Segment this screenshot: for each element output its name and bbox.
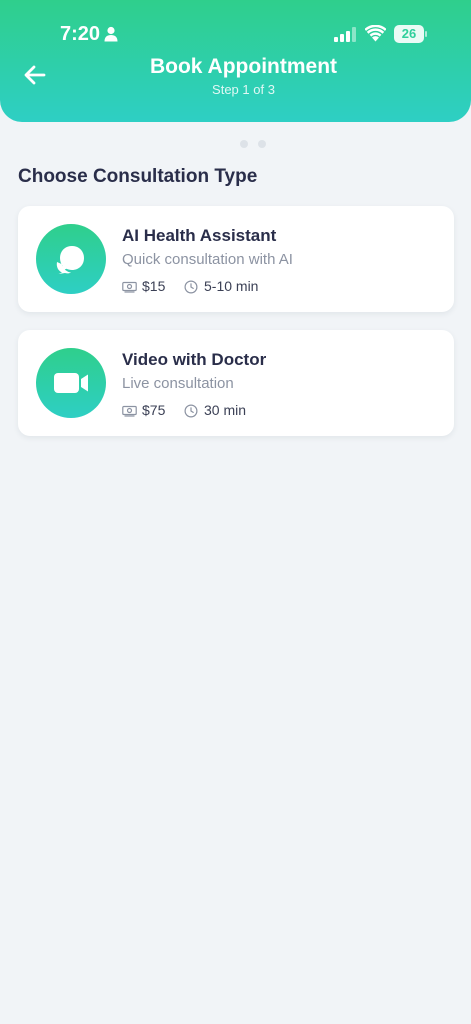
step-indicator: Step 1 of 3: [212, 82, 275, 97]
card-icon-circle: [36, 224, 106, 294]
price-label: $15: [142, 278, 166, 294]
cellular-signal-icon: [334, 27, 356, 42]
battery-icon: 26: [394, 25, 428, 43]
person-icon: [104, 26, 118, 42]
battery-level: 26: [394, 25, 424, 43]
card-description: Live consultation: [122, 375, 234, 392]
duration-label: 5-10 min: [204, 278, 259, 294]
clock-icon: [184, 280, 198, 294]
page-title: Book Appointment: [149, 55, 338, 78]
chat-bubbles-icon: [56, 246, 84, 274]
card-title: AI Health Assistant: [122, 226, 277, 245]
duration-label: 30 min: [204, 402, 247, 418]
wifi-icon: [365, 25, 386, 42]
price-label: $75: [142, 402, 166, 418]
card-title: Video with Doctor: [122, 350, 267, 369]
clock-icon: [184, 404, 198, 418]
card-icon-circle: [36, 348, 106, 418]
battery-cap: [425, 31, 427, 37]
video-camera-icon: [54, 373, 88, 393]
consultation-card-video[interactable]: Video with Doctor Live consultation $75 …: [18, 330, 454, 436]
header: 7:20 26 Book Appointment Step 1 of 3: [0, 0, 471, 122]
status-time: 7:20: [60, 23, 101, 45]
section-title: Choose Consultation Type: [18, 166, 258, 187]
page-dot: [258, 140, 266, 148]
page-dot: [240, 140, 248, 148]
money-icon: [122, 405, 137, 417]
money-icon: [122, 281, 137, 293]
card-description: Quick consultation with AI: [122, 251, 293, 268]
consultation-card-ai[interactable]: AI Health Assistant Quick consultation w…: [18, 206, 454, 312]
